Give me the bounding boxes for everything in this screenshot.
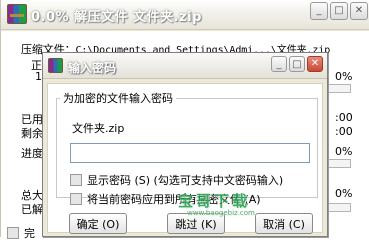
- show-password-checkbox[interactable]: [70, 174, 82, 186]
- progress-label: 进度: [21, 147, 43, 160]
- maximize-icon: □: [292, 59, 302, 70]
- finish-checkbox[interactable]: [7, 227, 19, 239]
- remaining-label: 剩余: [21, 127, 43, 140]
- site-watermark: 宝哥下载 www.baogebiz.com: [178, 190, 264, 217]
- archive-name: 文件夹.zip: [72, 122, 125, 135]
- maximize-icon: □: [334, 5, 344, 16]
- remaining-time: :00: [335, 125, 353, 138]
- show-password-label: 显示密码 (S) (勾选可支持中文密码输入): [87, 174, 284, 187]
- watermark-url: www.baogebiz.com: [187, 209, 255, 217]
- main-window-title: 0.0% 解压文件 文件夹.zip: [31, 10, 202, 25]
- dialog-maximize-button[interactable]: □: [289, 56, 305, 72]
- main-title-bar[interactable]: 0.0% 解压文件 文件夹.zip _ □ ✕: [1, 0, 369, 30]
- minimize-button[interactable]: _: [310, 2, 328, 20]
- winrar-icon: [7, 4, 27, 24]
- password-input[interactable]: [70, 143, 310, 163]
- file-progress-bar: [327, 84, 351, 93]
- extracted-label: 已解: [21, 203, 43, 216]
- progress-percent: 0%: [335, 145, 353, 158]
- finish-option-peek[interactable]: 完: [7, 225, 35, 240]
- dialog-close-button[interactable]: ✕: [307, 56, 323, 72]
- winrar-icon: [48, 58, 63, 73]
- close-icon: ✕: [354, 5, 364, 16]
- minimize-icon: _: [316, 5, 322, 16]
- password-group-label: 为加密的文件输入密码: [60, 90, 176, 106]
- maximize-button[interactable]: □: [330, 2, 348, 20]
- elapsed-time: :00: [335, 111, 353, 124]
- watermark-text: 宝哥下载: [178, 192, 251, 210]
- dialog-minimize-button[interactable]: _: [271, 56, 287, 72]
- ok-button[interactable]: 确定 (O): [69, 213, 127, 234]
- apply-all-checkbox[interactable]: [70, 193, 82, 205]
- dialog-title-bar[interactable]: 输入密码 _ □ ✕: [43, 53, 327, 79]
- minimize-icon: _: [276, 59, 282, 70]
- close-icon: ✕: [310, 58, 320, 69]
- file-percent: 0%: [335, 70, 353, 83]
- close-button[interactable]: ✕: [350, 2, 368, 20]
- dialog-title: 输入密码: [68, 61, 117, 75]
- file-index-peek: 1: [35, 70, 42, 83]
- overall-progress-bar: [327, 203, 351, 212]
- overall-percent: 0%: [335, 187, 353, 200]
- show-password-option[interactable]: 显示密码 (S) (勾选可支持中文密码输入): [70, 172, 283, 188]
- finish-option-label: 完: [24, 227, 35, 240]
- total-progress-bar: [327, 159, 351, 168]
